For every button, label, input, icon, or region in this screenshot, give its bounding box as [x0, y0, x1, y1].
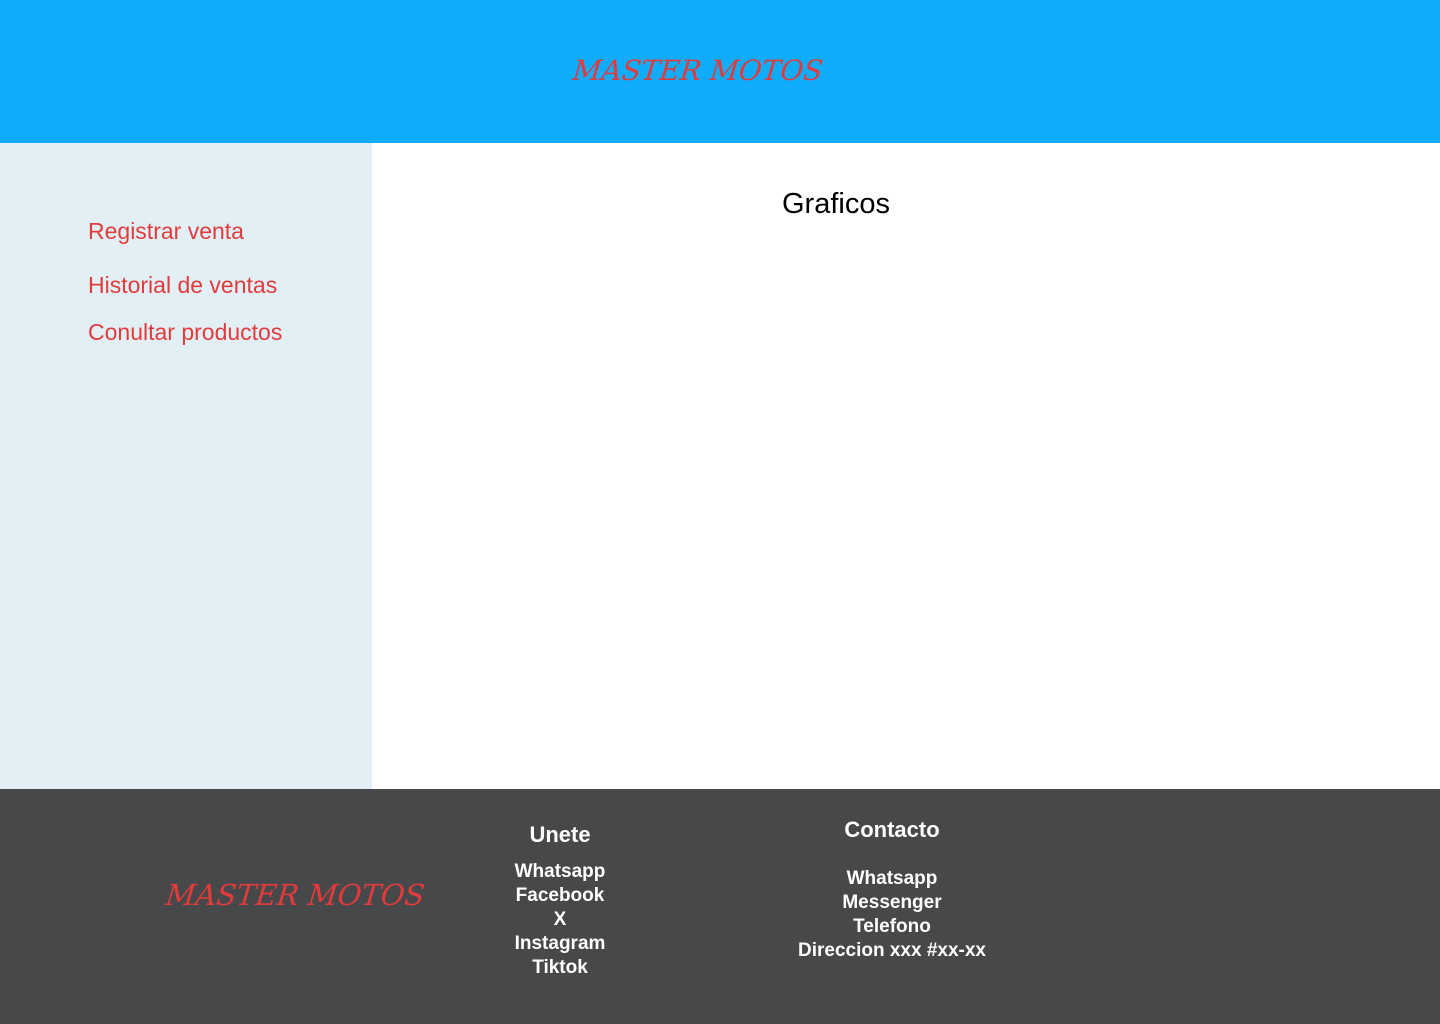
footer-unete-column: Unete Whatsapp Facebook X Instagram Tikt… [460, 820, 660, 980]
sidebar-item-registrar-venta[interactable]: Registrar venta [88, 217, 244, 245]
footer-unete-instagram-link[interactable]: Instagram [460, 932, 660, 956]
footer-contacto-whatsapp-link[interactable]: Whatsapp [780, 867, 1004, 891]
footer-unete-tiktok-link[interactable]: Tiktok [460, 956, 660, 980]
footer-unete-facebook-link[interactable]: Facebook [460, 884, 660, 908]
footer-contacto-telefono-link[interactable]: Telefono [780, 915, 1004, 939]
brand-logo[interactable]: MASTER MOTOS [571, 52, 824, 90]
sidebar-item-historial-de-ventas[interactable]: Historial de ventas [88, 271, 277, 299]
footer-unete-x-link[interactable]: X [460, 908, 660, 932]
sidebar-item-consultar-productos[interactable]: Conultar productos [88, 318, 282, 346]
footer-contacto-direccion: Direccion xxx #xx-xx [797, 940, 986, 961]
footer-unete-heading: Unete [529, 822, 591, 847]
footer-contacto-messenger-link[interactable]: Messenger [780, 891, 1004, 915]
footer-unete-whatsapp-link[interactable]: Whatsapp [460, 860, 660, 884]
page-title: Graficos [782, 188, 890, 220]
footer-brand-logo[interactable]: MASTER MOTOS [164, 876, 426, 914]
footer-contacto-column: Contacto Whatsapp Messenger Telefono Dir… [780, 815, 1004, 963]
main-content [372, 143, 1440, 789]
footer-contacto-heading: Contacto [844, 817, 940, 842]
